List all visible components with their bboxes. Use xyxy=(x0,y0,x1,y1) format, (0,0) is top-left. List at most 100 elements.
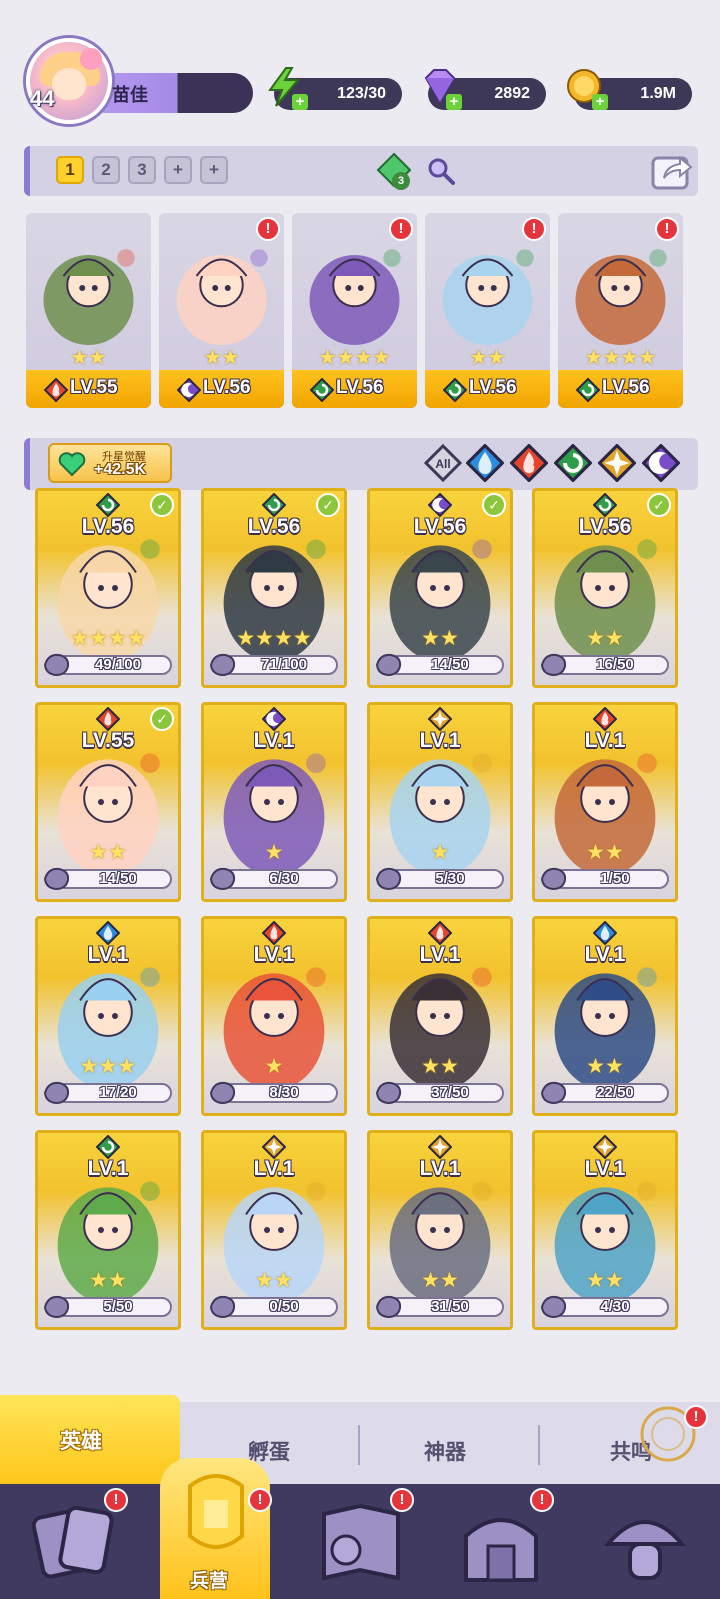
shard-count: 4/30 xyxy=(600,1298,630,1315)
team-hero-card[interactable]: ★★ LV.55 xyxy=(26,213,151,408)
add-gold-icon[interactable]: + xyxy=(592,94,608,110)
star-rating: ★★★★ xyxy=(70,627,146,650)
light-element-icon xyxy=(597,443,637,486)
star-rating: ★★ xyxy=(586,1055,624,1078)
filter-water[interactable] xyxy=(465,443,505,483)
wind-element-icon xyxy=(309,377,335,403)
shard-count: 1/50 xyxy=(600,870,630,887)
star-rating: ★★ xyxy=(421,1055,459,1078)
tab-heroes[interactable]: 英雄 xyxy=(0,1395,180,1485)
mushroom-icon[interactable] xyxy=(600,1500,690,1586)
hero-card[interactable]: LV.1 ★★★ 17/20 xyxy=(35,916,181,1116)
gem-counter[interactable]: + 2892 xyxy=(424,69,546,110)
alert-icon: ! xyxy=(522,217,546,241)
water-element-icon xyxy=(465,443,505,486)
barracks-alert-icon: ! xyxy=(248,1488,272,1512)
hero-card[interactable]: LV.1 ★★ 22/50 xyxy=(532,916,678,1116)
map-book-icon[interactable] xyxy=(316,1500,406,1586)
team-hero-card[interactable]: ★★ LV.56! xyxy=(159,213,284,408)
hero-card[interactable]: LV.1 ★ 5/30 xyxy=(367,702,513,902)
team-slot-add-2[interactable]: + xyxy=(200,156,228,184)
star-rating: ★★ xyxy=(203,347,240,369)
cards-icon[interactable] xyxy=(30,1500,120,1586)
wind-element-icon xyxy=(575,377,601,403)
hero-level: LV.1 xyxy=(253,729,295,752)
star-rating: ★★ xyxy=(255,1269,293,1292)
hero-level: LV.55 xyxy=(70,377,118,398)
awaken-value: +42.5K xyxy=(94,461,147,478)
add-energy-icon[interactable]: + xyxy=(292,94,308,110)
hero-level: LV.55 xyxy=(81,729,135,752)
hero-card[interactable]: LV.1 ★★ 1/50 xyxy=(532,702,678,902)
gems-value: 2892 xyxy=(494,85,530,102)
check-icon: ✓ xyxy=(150,707,174,731)
team-slot-2[interactable]: 2 xyxy=(92,156,120,184)
dark-element-icon xyxy=(641,443,681,486)
player-level: 44 xyxy=(30,86,55,111)
hero-level: LV.56 xyxy=(469,377,517,398)
nav-barracks-label: 兵营 xyxy=(190,1571,229,1592)
hero-card[interactable]: LV.55 ★★ 14/50 ✓ xyxy=(35,702,181,902)
filter-fire[interactable] xyxy=(509,443,549,483)
shard-count: 5/30 xyxy=(435,870,465,887)
filter-wind[interactable] xyxy=(553,443,593,483)
team-slot-3[interactable]: 3 xyxy=(128,156,156,184)
flower-icon xyxy=(80,48,102,70)
hero-card[interactable]: LV.56 ★★★★ 71/100 ✓ xyxy=(201,488,347,688)
team-hero-card[interactable]: ★★ LV.56! xyxy=(425,213,550,408)
hero-card[interactable]: LV.1 ★★ 31/50 xyxy=(367,1130,513,1330)
hero-card[interactable]: LV.56 ★★ 16/50 ✓ xyxy=(532,488,678,688)
star-rating: ★★★★ xyxy=(318,347,391,369)
dark-element-icon xyxy=(261,706,287,732)
hero-level: LV.56 xyxy=(247,515,301,538)
check-icon: ✓ xyxy=(482,493,506,517)
fire-element-icon xyxy=(509,443,549,486)
shard-count: 37/50 xyxy=(431,1084,469,1101)
star-rating: ★★ xyxy=(586,627,624,650)
hero-level: LV.56 xyxy=(81,515,135,538)
tab-artifacts[interactable]: 神器 xyxy=(424,1436,466,1466)
hero-level: LV.1 xyxy=(419,943,461,966)
temple-alert-icon: ! xyxy=(530,1488,554,1512)
share-icon[interactable] xyxy=(650,150,694,192)
hero-level: LV.1 xyxy=(584,729,626,752)
shard-count: 6/30 xyxy=(269,870,299,887)
light-element-icon xyxy=(592,1134,618,1160)
hero-card[interactable]: LV.1 ★★ 37/50 xyxy=(367,916,513,1116)
team-hero-card[interactable]: ★★★★ LV.56! xyxy=(558,213,683,408)
search-icon[interactable] xyxy=(426,156,456,186)
hero-card[interactable]: LV.1 ★★ 5/50 xyxy=(35,1130,181,1330)
hero-level: LV.56 xyxy=(602,377,650,398)
add-gems-icon[interactable]: + xyxy=(446,94,462,110)
filter-dark[interactable] xyxy=(641,443,681,483)
filter-all[interactable]: All xyxy=(423,443,463,483)
hero-filter-bar: 升星觉醒 +42.5K All xyxy=(24,438,698,490)
filter-light[interactable] xyxy=(597,443,637,483)
hero-card[interactable]: LV.1 ★ 8/30 xyxy=(201,916,347,1116)
star-rating: ★★★ xyxy=(79,1055,137,1078)
hero-card[interactable]: LV.56 ★★★★ 49/100 ✓ xyxy=(35,488,181,688)
team-slot-1[interactable]: 1 xyxy=(56,156,84,184)
team-hero-card[interactable]: ★★★★ LV.56! xyxy=(292,213,417,408)
hero-portrait xyxy=(26,213,151,363)
energy-counter[interactable]: + 123/30 xyxy=(268,67,402,110)
shard-count: 5/50 xyxy=(103,1298,133,1315)
water-element-icon xyxy=(592,920,618,946)
fire-element-icon xyxy=(43,377,69,403)
gold-counter[interactable]: + 1.9M xyxy=(567,69,692,110)
star-rating: ★ xyxy=(430,841,450,864)
hero-level: LV.1 xyxy=(253,1157,295,1180)
star-rating: ★★ xyxy=(421,627,459,650)
hero-card[interactable]: LV.1 ★★ 4/30 xyxy=(532,1130,678,1330)
dark-element-icon xyxy=(176,377,202,403)
hero-card[interactable]: LV.1 ★★ 0/50 xyxy=(201,1130,347,1330)
temple-icon[interactable] xyxy=(456,1500,546,1586)
awaken-bonus-button[interactable]: 升星觉醒 +42.5K xyxy=(48,443,172,483)
hero-card[interactable]: LV.56 ★★ 14/50 ✓ xyxy=(367,488,513,688)
shard-count: 17/20 xyxy=(99,1084,137,1101)
cards-alert-icon: ! xyxy=(104,1488,128,1512)
shard-count: 49/100 xyxy=(95,656,141,673)
team-slot-add-1[interactable]: + xyxy=(164,156,192,184)
hero-card[interactable]: LV.1 ★ 6/30 xyxy=(201,702,347,902)
shard-count: 0/50 xyxy=(269,1298,299,1315)
